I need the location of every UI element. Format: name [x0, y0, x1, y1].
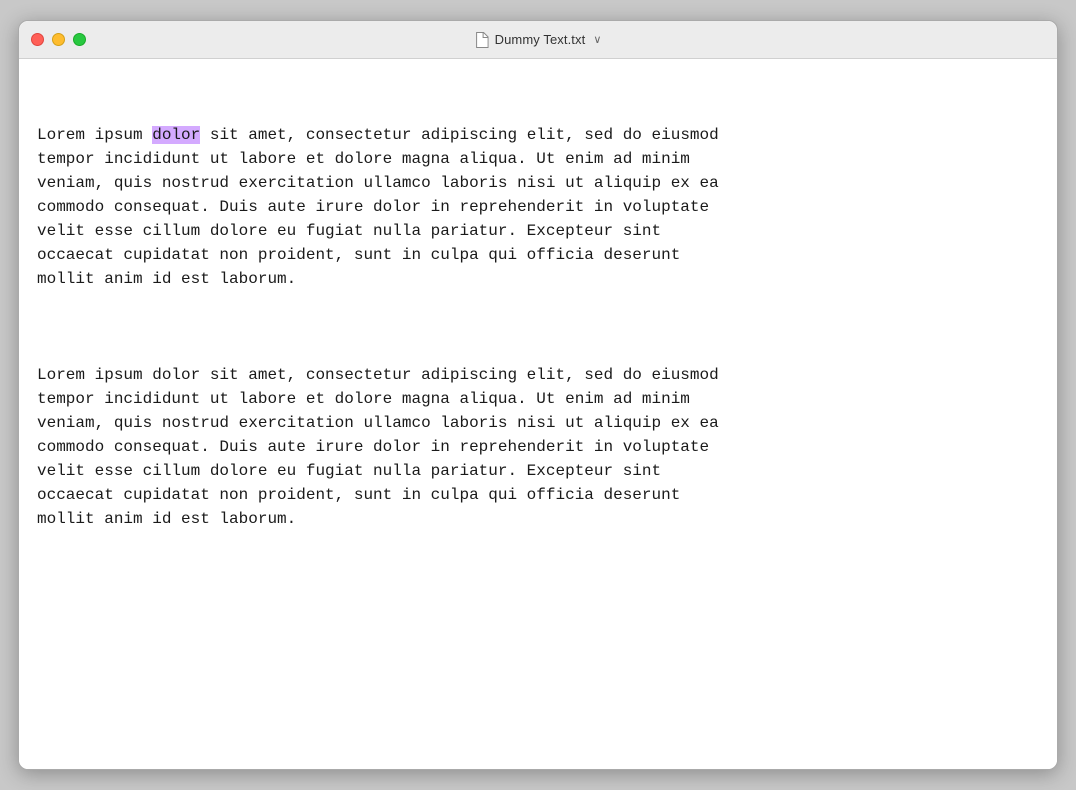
titlebar: Dummy Text.txt ∨: [19, 21, 1057, 59]
titlebar-center: Dummy Text.txt ∨: [475, 32, 602, 48]
window-title: Dummy Text.txt: [495, 32, 586, 47]
text-content: Lorem ipsum dolor sit amet, consectetur …: [37, 75, 1039, 579]
paragraph1-highlight: dolor: [152, 126, 200, 144]
paragraph1-before-highlight: Lorem ipsum: [37, 126, 152, 144]
maximize-button[interactable]: [73, 33, 86, 46]
traffic-lights: [31, 33, 86, 46]
title-chevron[interactable]: ∨: [593, 33, 601, 46]
paragraph-1: Lorem ipsum dolor sit amet, consectetur …: [37, 123, 1039, 291]
content-area[interactable]: Lorem ipsum dolor sit amet, consectetur …: [19, 59, 1057, 769]
close-button[interactable]: [31, 33, 44, 46]
minimize-button[interactable]: [52, 33, 65, 46]
paragraph1-after-highlight: sit amet, consectetur adipiscing elit, s…: [37, 126, 719, 288]
paragraph-2: Lorem ipsum dolor sit amet, consectetur …: [37, 363, 1039, 531]
file-icon: [475, 32, 489, 48]
window: Dummy Text.txt ∨ Lorem ipsum dolor sit a…: [18, 20, 1058, 770]
